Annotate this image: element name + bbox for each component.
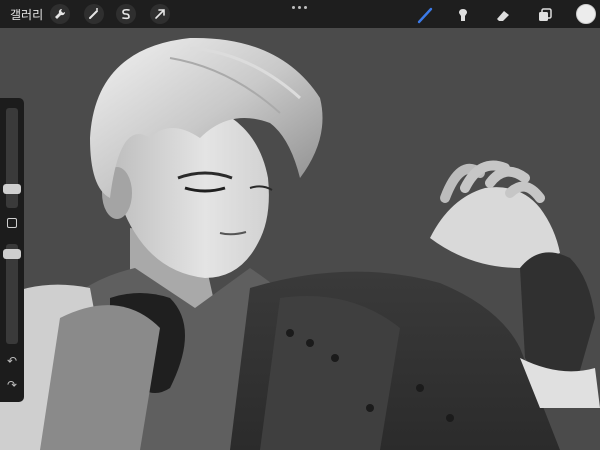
color-picker-button[interactable]	[576, 4, 596, 24]
brush-icon	[417, 7, 433, 24]
layers-button[interactable]	[534, 4, 556, 26]
smudge-icon	[459, 9, 467, 21]
transform-arrow-icon	[155, 9, 165, 19]
dot	[292, 6, 295, 9]
layers-icon	[539, 8, 552, 21]
smudge-tool-button[interactable]	[452, 4, 474, 26]
adjustments-button[interactable]	[84, 4, 104, 24]
eraser-tool-button[interactable]	[492, 4, 514, 26]
magic-wand-icon	[89, 8, 98, 19]
opacity-slider[interactable]	[6, 244, 18, 344]
opacity-thumb[interactable]	[3, 249, 21, 259]
left-sidebar: ↶ ↷	[0, 98, 24, 402]
wrench-icon	[55, 8, 66, 19]
redo-button[interactable]: ↷	[5, 378, 19, 392]
actions-button[interactable]	[50, 4, 70, 24]
gallery-button[interactable]: 갤러리	[10, 6, 43, 23]
selection-button[interactable]	[116, 4, 136, 24]
drawing-canvas[interactable]	[0, 28, 600, 450]
dot	[304, 6, 307, 9]
top-toolbar: 갤러리	[0, 0, 600, 28]
more-options-handle[interactable]	[292, 6, 308, 12]
undo-button[interactable]: ↶	[5, 354, 19, 368]
eraser-icon	[497, 11, 509, 21]
brush-size-thumb[interactable]	[3, 184, 21, 194]
dot	[298, 6, 301, 9]
selection-s-icon	[122, 8, 130, 20]
transform-button[interactable]	[150, 4, 170, 24]
procreate-app: 갤러리 ↶ ↷	[0, 0, 600, 450]
modify-button[interactable]	[7, 218, 17, 228]
brush-tool-button[interactable]	[414, 4, 436, 26]
artwork	[0, 37, 600, 450]
